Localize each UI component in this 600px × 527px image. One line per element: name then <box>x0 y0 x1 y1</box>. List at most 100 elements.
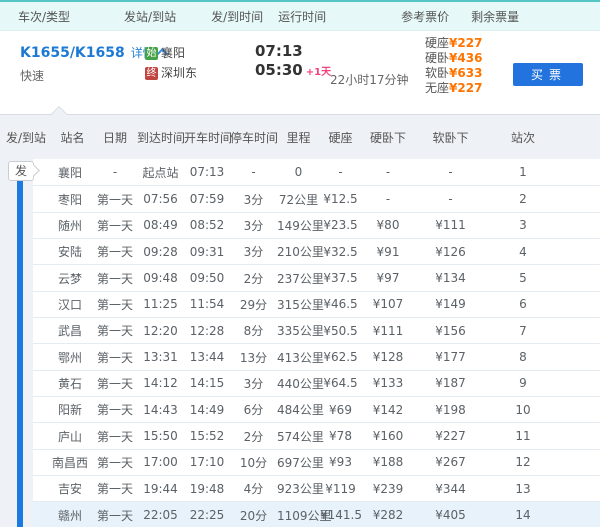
origin-badge-icon: 始 <box>145 47 158 60</box>
table-row: 襄阳 - 起点站 07:13 - 0 - - - 1 <box>33 159 600 185</box>
cell-station: 武昌 <box>33 322 93 339</box>
cell-date: 第一天 <box>93 322 137 339</box>
cell-departure-time: 15:52 <box>184 429 230 443</box>
arrive-time: 05:30 <box>255 61 303 79</box>
cell-soft-sleeper-price: ¥405 <box>415 508 486 522</box>
cell-date: 第一天 <box>93 349 137 366</box>
cell-date: 第一天 <box>93 375 137 392</box>
cell-distance: 237公里 <box>277 270 320 287</box>
cell-arrival-time: 19:44 <box>137 482 184 496</box>
buy-ticket-button[interactable]: 买票 <box>513 63 583 86</box>
cell-distance: 210公里 <box>277 243 320 260</box>
cell-distance: 335公里 <box>277 322 320 339</box>
cell-stop-duration: 6分 <box>230 401 277 418</box>
cell-hard-seat-price: ¥64.5 <box>320 376 361 390</box>
cell-arrival-time: 13:31 <box>137 350 184 364</box>
cell-stop-duration: 2分 <box>230 270 277 287</box>
cell-date: 第一天 <box>93 217 137 234</box>
cell-date: 第一天 <box>93 191 137 208</box>
cell-stop-number: 2 <box>486 192 600 206</box>
cell-stop-duration: 3分 <box>230 191 277 208</box>
cell-distance: 923公里 <box>277 480 320 497</box>
cell-date: 第一天 <box>93 480 137 497</box>
cell-soft-sleeper-price: ¥267 <box>415 455 486 469</box>
cell-date: 第一天 <box>93 428 137 445</box>
cell-station: 随州 <box>33 217 93 234</box>
cell-soft-sleeper-price: ¥111 <box>415 218 486 232</box>
cell-hard-seat-price: ¥69 <box>320 403 361 417</box>
cell-hard-sleeper-price: - <box>361 165 415 179</box>
cell-distance: 484公里 <box>277 401 320 418</box>
price-item: 无座¥227 <box>425 81 482 96</box>
stops-column-label: 到达时间 <box>137 129 184 146</box>
cell-hard-seat-price: ¥50.5 <box>320 324 361 338</box>
cell-station: 枣阳 <box>33 191 93 208</box>
cell-distance: 574公里 <box>277 428 320 445</box>
cell-station: 鄂州 <box>33 349 93 366</box>
route-line <box>17 177 23 527</box>
cell-hard-seat-price: ¥12.5 <box>320 192 361 206</box>
cell-hard-seat-price: ¥46.5 <box>320 297 361 311</box>
cell-stop-number: 3 <box>486 218 600 232</box>
cell-arrival-time: 14:43 <box>137 403 184 417</box>
cell-date: 第一天 <box>93 454 137 471</box>
stops-column-label: 站名 <box>52 129 93 146</box>
cell-departure-time: 09:50 <box>184 271 230 285</box>
cell-arrival-time: 12:20 <box>137 324 184 338</box>
price-value: ¥227 <box>449 36 482 50</box>
stops-column-label: 硬卧下 <box>361 129 415 146</box>
cell-departure-time: 13:44 <box>184 350 230 364</box>
cell-stop-duration: 20分 <box>230 507 277 524</box>
price-seat-label: 硬座 <box>425 36 449 50</box>
cell-hard-sleeper-price: ¥133 <box>361 376 415 390</box>
stops-panel: 发/到站 站名 日期 到达时间 开车时间 停车时间 里程 硬座 硬卧下 软卧下 … <box>0 114 600 527</box>
cell-station: 赣州 <box>33 507 93 524</box>
cell-stop-duration: - <box>230 165 277 179</box>
cell-arrival-time: 09:28 <box>137 245 184 259</box>
cell-stop-duration: 2分 <box>230 428 277 445</box>
cell-distance: 413公里 <box>277 349 320 366</box>
price-value: ¥436 <box>449 51 482 65</box>
cell-stop-number: 7 <box>486 324 600 338</box>
cell-departure-time: 09:31 <box>184 245 230 259</box>
cell-arrival-time: 11:25 <box>137 297 184 311</box>
cell-date: 第一天 <box>93 243 137 260</box>
stops-column-label: 软卧下 <box>415 129 486 146</box>
terminal-station: 深圳东 <box>161 64 197 82</box>
cell-stop-number: 12 <box>486 455 600 469</box>
stops-column-label: 日期 <box>93 129 137 146</box>
summary-column-label: 车次/类型 <box>18 8 70 25</box>
cell-distance: 0 <box>277 165 320 179</box>
cell-stop-duration: 8分 <box>230 322 277 339</box>
price-seat-label: 硬卧 <box>425 51 449 65</box>
cell-soft-sleeper-price: ¥187 <box>415 376 486 390</box>
cell-hard-sleeper-price: ¥111 <box>361 324 415 338</box>
cell-hard-sleeper-price: ¥142 <box>361 403 415 417</box>
cell-soft-sleeper-price: - <box>415 192 486 206</box>
cell-stop-duration: 4分 <box>230 480 277 497</box>
cell-soft-sleeper-price: ¥198 <box>415 403 486 417</box>
cell-departure-time: 19:48 <box>184 482 230 496</box>
origin-station: 襄阳 <box>161 44 185 62</box>
cell-station: 黄石 <box>33 375 93 392</box>
cell-station: 吉安 <box>33 480 93 497</box>
table-row: 南昌西 第一天 17:00 17:10 10分 697公里 ¥93 ¥188 ¥… <box>33 449 600 475</box>
table-row: 武昌 第一天 12:20 12:28 8分 335公里 ¥50.5 ¥111 ¥… <box>33 317 600 343</box>
cell-arrival-time: 07:56 <box>137 192 184 206</box>
depart-marker-badge: 发 <box>8 161 34 181</box>
train-detail-page: 车次/类型 发站/到站 发/到时间 运行时间 参考票价 剩余票量 K1655/K… <box>0 0 600 527</box>
cell-arrival-time: 22:05 <box>137 508 184 522</box>
cell-soft-sleeper-price: ¥134 <box>415 271 486 285</box>
stops-table: 襄阳 - 起点站 07:13 - 0 - - - 1 枣阳 第一天 07:56 … <box>33 159 600 527</box>
reference-prices: 硬座¥227 硬卧¥436 软卧¥633 无座¥227 <box>425 36 482 96</box>
panel-notch <box>50 106 68 115</box>
table-row: 阳新 第一天 14:43 14:49 6分 484公里 ¥69 ¥142 ¥19… <box>33 396 600 422</box>
cell-distance: 149公里 <box>277 217 320 234</box>
summary-column-label: 运行时间 <box>278 8 326 25</box>
price-value: ¥633 <box>449 66 482 80</box>
cell-soft-sleeper-price: ¥227 <box>415 429 486 443</box>
cell-soft-sleeper-price: ¥149 <box>415 297 486 311</box>
cell-soft-sleeper-price: ¥177 <box>415 350 486 364</box>
stops-column-label: 发/到站 <box>0 129 52 146</box>
cell-hard-seat-price: ¥119 <box>320 482 361 496</box>
